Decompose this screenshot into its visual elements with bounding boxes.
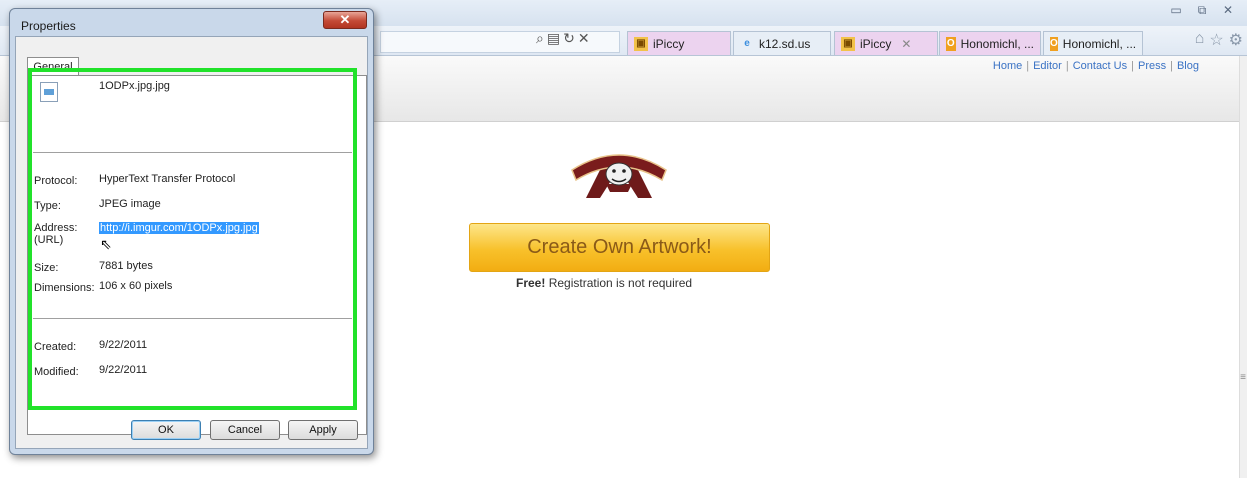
ok-button[interactable]: OK <box>131 420 201 440</box>
protocol-value: HyperText Transfer Protocol <box>99 173 236 185</box>
green-highlight-box <box>28 68 357 410</box>
nav-link-press[interactable]: Press <box>1138 60 1166 72</box>
minimize-icon[interactable]: ▭ <box>1165 2 1187 18</box>
size-value: 7881 bytes <box>99 260 153 272</box>
file-name: 1ODPx.jpg.jpg <box>99 80 170 92</box>
free-registration-note: Free! Registration is not required <box>516 276 693 290</box>
created-label: Created: <box>34 341 77 353</box>
tab-ipiccy-1[interactable]: ▣ iPiccy <box>627 31 731 55</box>
page-scrollbar[interactable] <box>1239 56 1247 478</box>
dialog-close-button[interactable]: ✕ <box>323 11 367 29</box>
ipiccy-icon: ▣ <box>841 36 855 51</box>
tab-honomichl-2[interactable]: O Honomichl, ... <box>1043 31 1143 55</box>
tab-ipiccy-2[interactable]: ▣ iPiccy ✕ <box>834 31 938 55</box>
close-tab-icon[interactable]: ✕ <box>901 37 911 51</box>
modified-value: 9/22/2011 <box>99 364 148 376</box>
apply-button[interactable]: Apply <box>288 420 358 440</box>
gear-icon[interactable]: ⚙ <box>1229 30 1243 50</box>
create-artwork-button[interactable]: Create Own Artwork! <box>469 223 770 272</box>
cancel-button[interactable]: Cancel <box>210 420 280 440</box>
stop-icon[interactable]: ✕ <box>578 30 590 47</box>
nav-link-blog[interactable]: Blog <box>1177 60 1199 72</box>
mouse-pointer-icon: ⇖ <box>100 236 112 252</box>
dialog-title: Properties <box>21 19 76 33</box>
orange-o-icon: O <box>946 36 956 51</box>
divider <box>33 152 352 153</box>
window-controls: ▭ ⧉ ✕ <box>1165 2 1239 18</box>
browser-toolbar-icons: ⌂ ☆ ⚙ <box>1195 30 1243 50</box>
address-url-selected[interactable]: http://i.imgur.com/1ODPx.jpg.jpg <box>99 222 259 234</box>
nav-link-editor[interactable]: Editor <box>1033 60 1062 72</box>
address-label: Address: <box>34 222 78 234</box>
close-window-icon[interactable]: ✕ <box>1217 2 1239 18</box>
search-icon[interactable]: ⌕ <box>536 30 544 47</box>
divider <box>33 318 352 319</box>
type-value: JPEG image <box>99 198 161 210</box>
url-label: (URL) <box>34 234 64 246</box>
type-label: Type: <box>34 200 61 212</box>
site-nav: Home | Editor | Contact Us | Press | Blog <box>992 60 1199 72</box>
orange-o-icon: O <box>1050 36 1058 51</box>
address-value[interactable]: http://i.imgur.com/1ODPx.jpg.jpg <box>99 222 259 234</box>
ipiccy-icon: ▣ <box>634 36 648 51</box>
scroll-grip-icon[interactable]: ≡ <box>1240 372 1246 383</box>
tab-k12[interactable]: e k12.sd.us <box>733 31 831 55</box>
bulldogs-logo <box>571 154 667 198</box>
nav-link-home[interactable]: Home <box>993 60 1022 72</box>
address-bar-icons: ⌕ ▤ ↻ ✕ <box>536 30 590 47</box>
nav-link-contact[interactable]: Contact Us <box>1073 60 1127 72</box>
dimensions-value: 106 x 60 pixels <box>99 280 173 292</box>
compatibility-icon[interactable]: ▤ <box>547 30 560 47</box>
image-file-icon <box>40 82 58 102</box>
protocol-label: Protocol: <box>34 175 78 187</box>
favorites-star-icon[interactable]: ☆ <box>1209 30 1223 50</box>
home-icon[interactable]: ⌂ <box>1195 30 1205 50</box>
tab-honomichl-1[interactable]: O Honomichl, ... <box>939 31 1041 55</box>
created-value: 9/22/2011 <box>99 339 148 351</box>
size-label: Size: <box>34 262 59 274</box>
restore-icon[interactable]: ⧉ <box>1191 2 1213 18</box>
modified-label: Modified: <box>34 366 79 378</box>
refresh-icon[interactable]: ↻ <box>563 30 575 47</box>
ie-icon: e <box>744 37 750 49</box>
dimensions-label: Dimensions: <box>34 282 95 294</box>
